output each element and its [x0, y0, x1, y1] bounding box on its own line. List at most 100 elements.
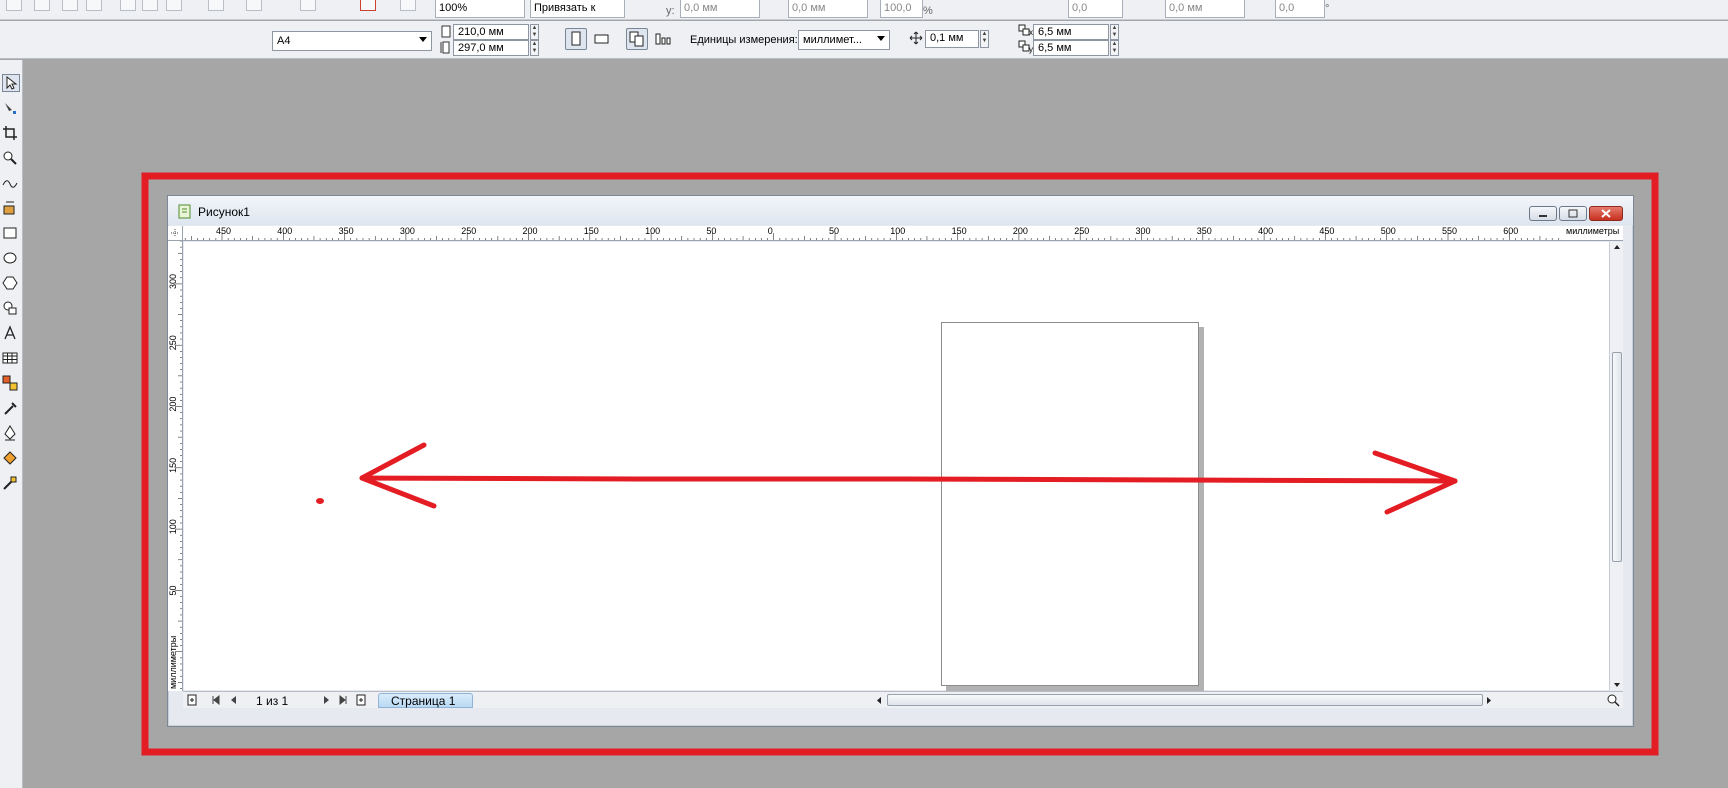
minimize-icon: [1539, 215, 1547, 217]
save-icon[interactable]: [62, 0, 78, 11]
launcher-icon[interactable]: [360, 0, 376, 11]
duplicate-x-spinner[interactable]: ▲ ▼: [1110, 24, 1119, 40]
drawing-canvas[interactable]: [184, 242, 1609, 690]
y-position-field[interactable]: 0,0 мм: [680, 0, 760, 18]
shape-tool[interactable]: [2, 100, 20, 118]
page-height-spinner[interactable]: ▲ ▼: [530, 40, 539, 56]
rotation-field[interactable]: 0,0: [1068, 0, 1123, 18]
document-titlebar[interactable]: Рисунок1: [168, 196, 1633, 225]
skew-position-field[interactable]: 0,0 мм: [1165, 0, 1245, 18]
ellipse-icon: [3, 252, 17, 264]
pen-nib-icon: [4, 425, 16, 441]
scale-field[interactable]: 100,0: [880, 0, 923, 18]
table-tool[interactable]: [2, 350, 20, 368]
basic-shapes-tool[interactable]: [2, 300, 20, 318]
navigator-zoom-icon[interactable]: [1606, 693, 1620, 707]
minimize-button[interactable]: [1529, 206, 1557, 221]
vertical-scroll-thumb[interactable]: [1612, 352, 1622, 562]
options-icon[interactable]: [400, 0, 416, 11]
add-page-after-icon[interactable]: [355, 694, 367, 706]
page-height-field[interactable]: 297,0 мм: [453, 40, 529, 56]
units-dropdown[interactable]: миллимет...: [798, 30, 890, 50]
eyedropper-tool[interactable]: [2, 400, 20, 418]
all-pages-button[interactable]: [626, 28, 648, 50]
import-icon[interactable]: [300, 0, 316, 11]
add-page-before-icon[interactable]: [186, 694, 198, 706]
freehand-tool[interactable]: [2, 175, 20, 193]
scroll-up-icon[interactable]: [1613, 244, 1621, 250]
vertical-scrollbar[interactable]: [1609, 242, 1623, 690]
zoom-level-field[interactable]: 100%: [435, 0, 525, 18]
duplicate-x-field[interactable]: 6,5 мм: [1033, 24, 1109, 40]
vertical-ruler-label: 100: [168, 519, 178, 534]
interactive-fill-icon: [3, 476, 17, 490]
horizontal-ruler-label: 600: [1503, 226, 1518, 236]
scroll-right-icon[interactable]: [1485, 696, 1493, 705]
close-icon: [1601, 209, 1611, 218]
ruler-origin-corner[interactable]: [168, 226, 183, 241]
horizontal-ruler-label: 150: [952, 226, 967, 236]
zoom-tool[interactable]: [2, 150, 20, 168]
duplicate-y-field[interactable]: 6,5 мм: [1033, 40, 1109, 56]
next-page-icon[interactable]: [321, 695, 331, 705]
document-icon: [178, 204, 191, 219]
crop-icon: [3, 126, 17, 140]
page-height-icon: [440, 41, 450, 54]
landscape-button[interactable]: [591, 28, 613, 50]
object-height-field[interactable]: 0,0 мм: [788, 0, 868, 18]
horizontal-ruler[interactable]: 450 400 350 300 250 200 150 100 50 0 50 100 150 200 25…: [183, 226, 1623, 241]
skew-angle-field[interactable]: 0,0: [1275, 0, 1325, 18]
vertical-ruler-label: 300: [168, 274, 178, 289]
paper-size-value: A4: [277, 35, 291, 47]
y-label: y:: [666, 5, 675, 17]
horizontal-scrollbar[interactable]: [873, 693, 1493, 707]
ellipse-tool[interactable]: [2, 250, 20, 268]
last-page-icon[interactable]: [338, 695, 348, 705]
page-a4-portrait[interactable]: [941, 322, 1199, 686]
outline-tool[interactable]: [2, 425, 20, 443]
smart-fill-tool[interactable]: [2, 200, 20, 218]
page-width-field[interactable]: 210,0 мм: [453, 24, 529, 40]
page-width-spinner[interactable]: ▲ ▼: [530, 24, 539, 40]
nudge-spinner[interactable]: ▲ ▼: [980, 30, 989, 48]
current-page-icon: [655, 33, 671, 45]
cut-icon[interactable]: [120, 0, 136, 11]
undo-icon[interactable]: [208, 0, 224, 11]
current-page-button[interactable]: [652, 28, 674, 50]
smart-fill-icon: [3, 201, 15, 215]
rectangle-tool[interactable]: [2, 225, 20, 243]
print-icon[interactable]: [86, 0, 102, 11]
scroll-down-icon[interactable]: [1613, 682, 1621, 688]
restore-button[interactable]: [1559, 206, 1587, 221]
page-tab-1[interactable]: Страница 1: [378, 693, 473, 708]
interactive-fill-tool[interactable]: [2, 475, 20, 493]
paste-icon[interactable]: [166, 0, 182, 11]
previous-page-icon[interactable]: [229, 695, 239, 705]
interactive-blend-tool[interactable]: [2, 375, 20, 393]
close-button[interactable]: [1589, 206, 1623, 221]
vertical-ruler-unit: миллиметры: [168, 636, 178, 689]
horizontal-ruler-label: 50: [829, 226, 839, 236]
open-icon[interactable]: [34, 0, 50, 11]
copy-icon[interactable]: [142, 0, 158, 11]
scroll-left-icon[interactable]: [875, 696, 883, 705]
polygon-tool[interactable]: [2, 275, 20, 293]
paper-size-dropdown[interactable]: A4: [272, 31, 432, 51]
crop-tool[interactable]: [2, 125, 20, 143]
fill-tool[interactable]: [2, 450, 20, 468]
vertical-ruler[interactable]: 300 250 200 150 100 50 миллиметры: [168, 241, 183, 691]
degree-unit: °: [1325, 3, 1330, 15]
page-width-icon: [441, 25, 451, 38]
duplicate-y-spinner[interactable]: ▲ ▼: [1110, 40, 1119, 56]
horizontal-scroll-thumb[interactable]: [887, 694, 1483, 706]
nudge-distance-field[interactable]: 0,1 мм: [925, 30, 979, 48]
text-icon: [4, 325, 16, 340]
first-page-icon[interactable]: [211, 695, 221, 705]
snap-to-dropdown[interactable]: Привязать к: [530, 0, 625, 18]
portrait-button[interactable]: [565, 28, 587, 50]
pick-tool[interactable]: [2, 74, 20, 92]
new-icon[interactable]: [6, 0, 22, 11]
redo-icon[interactable]: [246, 0, 262, 11]
text-tool[interactable]: [2, 325, 20, 343]
chevron-down-icon: [877, 36, 885, 41]
